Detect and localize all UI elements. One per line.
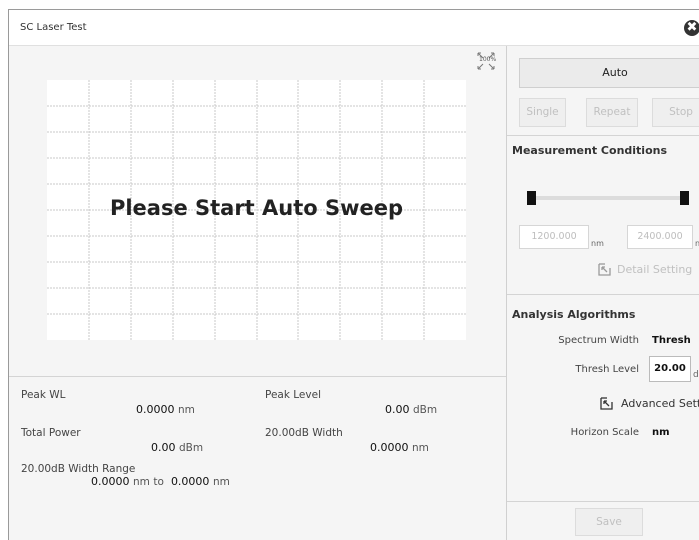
section-divider <box>507 501 699 502</box>
db-width-readout: 0.0000 nm <box>370 441 429 454</box>
auto-sweep-button[interactable]: Auto <box>519 58 699 88</box>
plot-placeholder-message: Please Start Auto Sweep <box>109 196 404 220</box>
start-wavelength-input[interactable]: 1200.000 <box>519 225 589 249</box>
slider-selected-range <box>531 196 685 200</box>
db-width-range-readout: 0.0000 nm to 0.0000 nm <box>91 475 230 488</box>
range-to-value: 0.0000 <box>170 475 210 488</box>
slider-end-handle[interactable] <box>680 191 689 205</box>
range-from-unit: nm <box>133 476 150 488</box>
stop-wavelength-unit: nm <box>695 239 699 248</box>
section-divider <box>507 294 699 295</box>
section-divider <box>507 135 699 136</box>
detail-setting-link[interactable]: Detail Setting <box>597 262 699 280</box>
advanced-settings-link[interactable]: Advanced Settings <box>599 396 699 414</box>
total-power-value: 0.00 <box>151 441 176 454</box>
wavelength-range-slider[interactable] <box>527 189 689 207</box>
range-to-unit: nm <box>212 476 230 488</box>
db-width-unit: nm <box>412 442 429 454</box>
range-from-value: 0.0000 <box>91 475 130 488</box>
control-panel: Auto Single Repeat Stop Measurement Cond… <box>506 46 699 540</box>
range-to-word: to <box>153 476 164 488</box>
detail-setting-label: Detail Setting <box>617 263 693 276</box>
start-wavelength-unit: nm <box>591 239 604 248</box>
analysis-algorithms-title: Analysis Algorithms <box>512 308 636 321</box>
save-button[interactable]: Save <box>575 508 643 536</box>
thresh-level-label: Thresh Level <box>575 364 639 375</box>
title-bar: SC Laser Test ✖ <box>9 10 699 46</box>
repeat-sweep-button[interactable]: Repeat <box>586 98 638 127</box>
close-icon[interactable]: ✖ <box>684 20 699 36</box>
slider-start-handle[interactable] <box>527 191 536 205</box>
external-link-icon <box>600 397 613 410</box>
thresh-level-input[interactable]: 20.00 <box>649 356 691 382</box>
spectrum-width-label: Spectrum Width <box>558 335 639 346</box>
measurement-conditions-title: Measurement Conditions <box>512 144 668 157</box>
peak-level-readout: 0.00 dBm <box>385 403 437 416</box>
spectrum-pane: 100% Please Start Auto Sweep Peak WL 0.0… <box>9 46 506 540</box>
stop-wavelength-input[interactable]: 2400.000 <box>627 225 693 249</box>
spectrum-width-value[interactable]: Thresh <box>652 335 691 346</box>
horizon-scale-label: Horizon Scale <box>570 427 639 438</box>
total-power-label: Total Power <box>21 427 81 439</box>
peak-level-unit: dBm <box>413 404 438 416</box>
external-link-icon <box>598 263 611 276</box>
advanced-settings-label: Advanced Settings <box>621 397 699 410</box>
spectrum-plot: Please Start Auto Sweep <box>47 80 466 340</box>
zoom-level-label: 100% <box>479 56 497 63</box>
peak-wl-readout: 0.0000 nm <box>136 403 195 416</box>
thresh-level-unit: dB <box>693 370 699 380</box>
peak-wl-value: 0.0000 <box>136 403 175 416</box>
sc-laser-test-window: SC Laser Test ✖ 100% Please Start Auto S… <box>8 9 699 540</box>
stop-sweep-button[interactable]: Stop <box>652 98 699 127</box>
total-power-readout: 0.00 dBm <box>151 441 203 454</box>
peak-wl-unit: nm <box>178 404 195 416</box>
db-width-label: 20.00dB Width <box>265 427 343 439</box>
db-width-range-label: 20.00dB Width Range <box>21 463 136 475</box>
peak-level-value: 0.00 <box>385 403 410 416</box>
peak-wl-label: Peak WL <box>21 389 66 401</box>
results-panel: Peak WL 0.0000 nm Peak Level 0.00 dBm To… <box>9 377 506 540</box>
db-width-value: 0.0000 <box>370 441 409 454</box>
zoom-fit-icon[interactable]: 100% <box>475 50 497 72</box>
total-power-unit: dBm <box>179 442 204 454</box>
single-sweep-button[interactable]: Single <box>519 98 566 127</box>
peak-level-label: Peak Level <box>265 389 321 401</box>
window-title: SC Laser Test <box>20 22 87 33</box>
horizon-scale-value[interactable]: nm <box>652 427 670 438</box>
